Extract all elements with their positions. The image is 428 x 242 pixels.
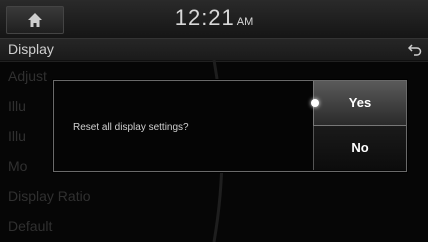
dialog-message: Reset all display settings? (73, 122, 189, 133)
page-title: Display (8, 41, 54, 57)
no-button-label: No (351, 140, 369, 155)
clock-ampm: AM (236, 16, 254, 28)
screen: 12:21 AM Display Adjust Illu Illu Mo Disp… (0, 0, 428, 242)
yes-button[interactable]: Yes (311, 81, 406, 126)
clock-time: 12:21 (174, 5, 235, 30)
title-bar: Display (0, 38, 428, 62)
back-icon[interactable] (408, 42, 422, 56)
no-button[interactable]: No (313, 126, 406, 170)
reset-dialog: Reset all display settings? Yes No (53, 80, 407, 172)
yes-button-label: Yes (348, 95, 372, 110)
clock: 12:21 AM (0, 5, 428, 31)
status-bar: 12:21 AM (0, 0, 428, 38)
